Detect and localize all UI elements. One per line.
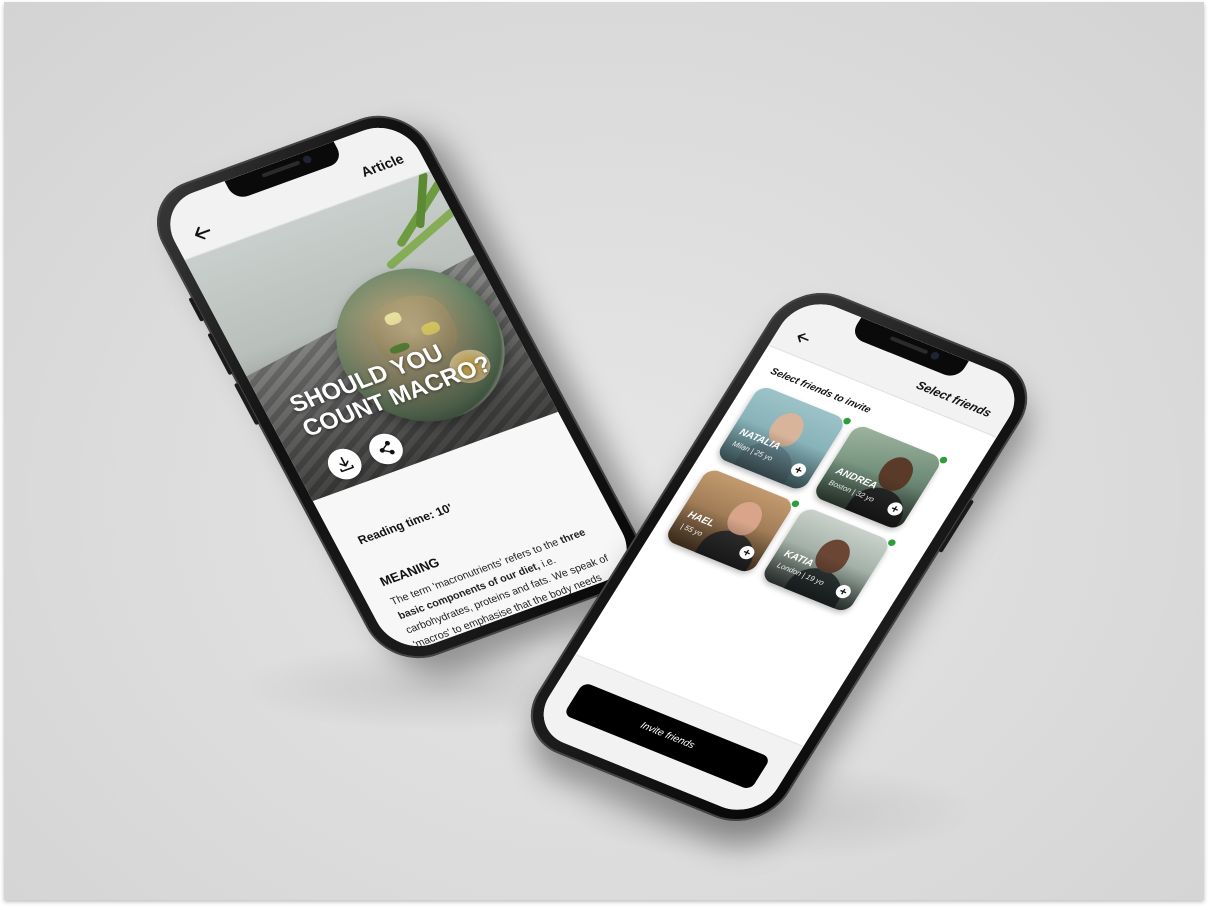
arrow-left-icon bbox=[797, 333, 809, 343]
arrow-left-icon bbox=[194, 226, 211, 240]
download-icon bbox=[339, 457, 355, 473]
mockup-backdrop: Article SHOULD YOU COUNT MACRO? Reading … bbox=[4, 2, 1204, 900]
back-button[interactable] bbox=[791, 328, 814, 348]
page-title: Select friends bbox=[913, 378, 995, 420]
reading-time: Reading time: 10' bbox=[355, 500, 455, 548]
back-button[interactable] bbox=[187, 219, 218, 246]
invite-friends-button[interactable]: Invite friends bbox=[563, 681, 771, 791]
front-camera bbox=[929, 350, 941, 361]
article-screen: Article SHOULD YOU COUNT MACRO? Reading … bbox=[155, 116, 642, 658]
phone-article: Article SHOULD YOU COUNT MACRO? Reading … bbox=[138, 101, 659, 673]
front-camera bbox=[301, 154, 313, 165]
share-icon bbox=[380, 440, 396, 455]
page-title: Article bbox=[358, 150, 407, 180]
